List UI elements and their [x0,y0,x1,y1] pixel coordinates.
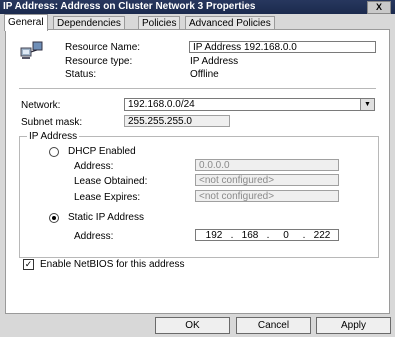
ip-dot: . [266,230,270,241]
network-select[interactable]: 192.168.0.0/24 ▼ [124,98,375,111]
lease-obtained-field: <not configured> [195,174,339,186]
lease-expires-field: <not configured> [195,190,339,202]
ok-button[interactable]: OK [155,317,230,334]
ip-octet-4[interactable]: 222 [309,230,335,242]
static-ip-radio[interactable] [49,213,59,223]
tab-general[interactable]: General [4,14,48,31]
general-tab-panel: Resource Name: IP Address 192.168.0.0 Re… [5,29,390,314]
tab-policies[interactable]: Policies [138,16,181,30]
dhcp-address-field: 0.0.0.0 [195,159,339,171]
divider [19,88,376,89]
dhcp-enabled-radio[interactable] [49,147,59,157]
ip-address-group-label: IP Address [27,131,80,142]
lease-obtained-label: Lease Obtained: [74,176,148,187]
ip-dot: . [302,230,306,241]
enable-netbios-checkbox[interactable]: ✓ [23,259,34,270]
status-label: Status: [65,69,97,80]
ip-octet-3[interactable]: 0 [273,230,299,242]
cancel-button[interactable]: Cancel [236,317,311,334]
ip-octet-1[interactable]: 192 [201,230,227,242]
resource-type-value: IP Address [190,56,239,67]
static-ip-label: Static IP Address [68,212,144,223]
network-selected-value: 192.168.0.0/24 [128,99,195,110]
resource-type-label: Resource type: [65,56,133,67]
title-bar: IP Address: Address on Cluster Network 3… [0,0,395,14]
ip-dot: . [230,230,234,241]
enable-netbios-label: Enable NetBIOS for this address [40,259,185,270]
close-button[interactable]: X [367,1,391,14]
network-label: Network: [21,100,61,111]
static-ip-address-input[interactable]: 192 . 168 . 0 . 222 [195,229,339,241]
resource-name-input[interactable]: IP Address 192.168.0.0 [189,41,376,53]
tab-advanced-policies[interactable]: Advanced Policies [185,16,275,30]
dhcp-address-label: Address: [74,161,114,172]
lease-expires-label: Lease Expires: [74,192,141,203]
subnet-mask-label: Subnet mask: [21,117,83,128]
window-title: IP Address: Address on Cluster Network 3… [3,1,256,12]
subnet-mask-field: 255.255.255.0 [124,115,230,127]
tab-dependencies[interactable]: Dependencies [53,16,125,30]
static-address-label: Address: [74,231,114,242]
status-value: Offline [190,69,219,80]
ip-octet-2[interactable]: 168 [237,230,263,242]
apply-button[interactable]: Apply [316,317,391,334]
chevron-down-icon[interactable]: ▼ [360,99,374,110]
dhcp-enabled-label: DHCP Enabled [68,146,136,157]
resource-name-label: Resource Name: [65,42,141,53]
network-resource-icon [20,41,43,59]
